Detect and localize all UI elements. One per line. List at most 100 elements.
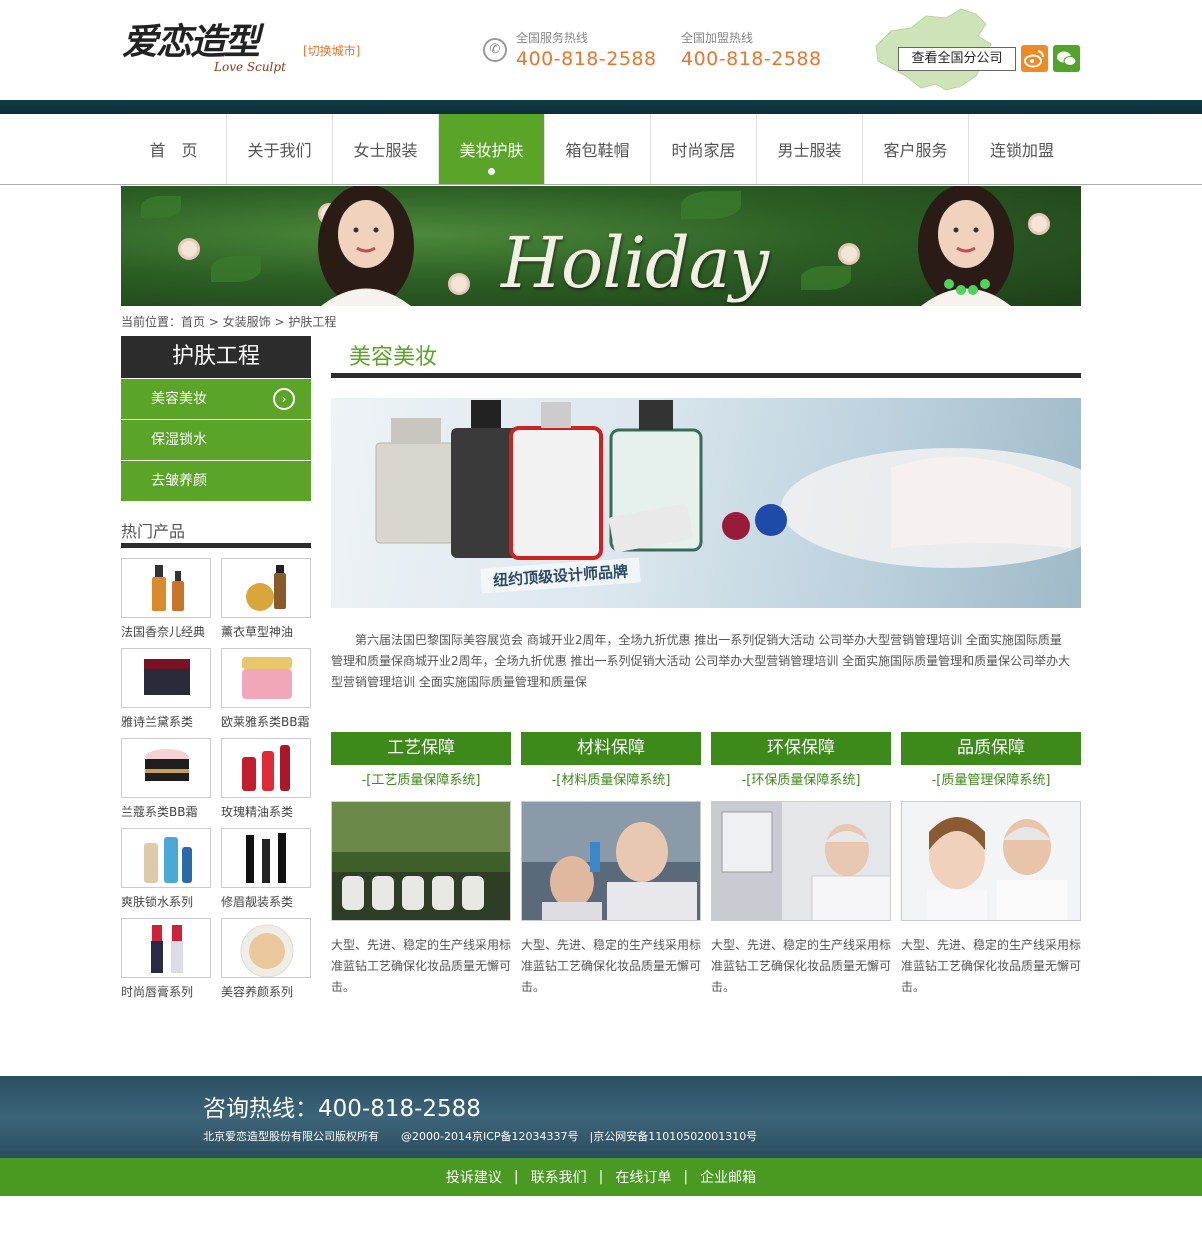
site-header: 爱恋造型 Love Sculpt [切换城市] ✆ 全国服务热线 400-818… — [0, 0, 1202, 100]
feature-title[interactable]: 材料保障 — [521, 732, 701, 765]
model-photo — [918, 186, 1014, 306]
service-hotline: 全国服务热线 400-818-2588 — [516, 30, 657, 70]
footer-links: 投诉建议 | 联系我们 | 在线订单 | 企业邮箱 — [0, 1158, 1202, 1196]
active-dot-icon — [488, 168, 495, 175]
flower-decoration — [841, 246, 857, 262]
nav-item-about[interactable]: 关于我们 — [227, 114, 333, 184]
product-name: 爽肤锁水系列 — [121, 895, 194, 909]
nav-list: 首 页 关于我们 女士服装 美妆护肤 箱包鞋帽 时尚家居 男士服装 客户服务 连… — [121, 114, 1075, 184]
flower-decoration — [451, 276, 467, 292]
feature-image[interactable] — [901, 801, 1081, 921]
feature-card: 工艺保障 -[工艺质量保障系统] 大型、先进、稳定的生产线采用标准蓝钻工艺确保化… — [331, 732, 511, 998]
sidebar-item-label: 美容美妆 — [151, 391, 207, 407]
nav-item-home-living[interactable]: 时尚家居 — [651, 114, 757, 184]
nav-item-home[interactable]: 首 页 — [121, 114, 227, 184]
feature-image[interactable] — [331, 801, 511, 921]
weibo-icon[interactable] — [1021, 45, 1048, 72]
flower-decoration — [181, 241, 197, 257]
feature-description: 大型、先进、稳定的生产线采用标准蓝钻工艺确保化妆品质量无懈可击。 — [901, 938, 1082, 994]
product-image — [221, 828, 311, 888]
site-logo[interactable]: 爱恋造型 Love Sculpt — [122, 20, 302, 80]
feature-title[interactable]: 品质保障 — [901, 732, 1081, 765]
hot-products-title: 热门产品 — [121, 522, 186, 541]
product-name: 美容养颜系列 — [221, 985, 294, 999]
view-branches-button[interactable]: 查看全国分公司 — [898, 47, 1016, 71]
join-hotline-number: 400-818-2588 — [681, 48, 822, 70]
model-photo — [318, 186, 414, 306]
product-image — [121, 918, 211, 978]
join-hotline-label: 全国加盟热线 — [681, 31, 754, 45]
product-card[interactable]: 玫瑰精油系类 — [221, 738, 311, 820]
leaf-decoration — [801, 266, 851, 290]
feature-description: 大型、先进、稳定的生产线采用标准蓝钻工艺确保化妆品质量无懈可击。 — [331, 938, 512, 994]
product-card[interactable]: 时尚唇膏系列 — [121, 918, 211, 1000]
chevron-right-icon: › — [273, 388, 295, 410]
footer-copyright: 北京爱恋造型股份有限公司版权所有 @2000-2014京ICP备12034337… — [203, 1130, 758, 1143]
nav-item-men[interactable]: 男士服装 — [757, 114, 863, 184]
feature-subtitle: -[工艺质量保障系统] — [361, 773, 481, 788]
product-name: 雅诗兰黛系类 — [121, 715, 194, 729]
sidebar-menu: 美容美妆 › 保湿锁水 去皱养颜 — [121, 379, 311, 502]
product-card[interactable]: 美容养颜系列 — [221, 918, 311, 1000]
product-image — [121, 558, 211, 618]
product-image — [121, 738, 211, 798]
product-name: 时尚唇膏系列 — [121, 985, 194, 999]
feature-title[interactable]: 工艺保障 — [331, 732, 511, 765]
feature-image[interactable] — [711, 801, 891, 921]
product-card[interactable]: 法国香奈儿经典 — [121, 558, 211, 640]
footer-top — [0, 1076, 1202, 1158]
sidebar-item-beauty[interactable]: 美容美妆 › — [121, 379, 311, 419]
hero-banner: Holiday — [121, 186, 1081, 306]
switch-city-link[interactable]: [切换城市] — [303, 42, 360, 59]
product-card[interactable]: 修眉靓装系类 — [221, 828, 311, 910]
wechat-icon[interactable] — [1053, 45, 1080, 72]
product-name: 玫瑰精油系类 — [221, 805, 294, 819]
product-banner: 纽约顶级设计师品牌 — [331, 398, 1081, 608]
feature-image[interactable] — [521, 801, 701, 921]
breadcrumb: 当前位置：首页 > 女装服饰 > 护肤工程 — [121, 315, 337, 329]
sidebar-item-moisture[interactable]: 保湿锁水 — [121, 420, 311, 460]
feature-subtitle: -[环保质量保障系统] — [741, 773, 861, 788]
product-card[interactable]: 兰蔻系类BB霜 — [121, 738, 211, 820]
sidebar-item-antiwrinkle[interactable]: 去皱养颜 — [121, 461, 311, 501]
product-image — [221, 648, 311, 708]
footer-hotline: 咨询热线：400-818-2588 — [203, 1096, 481, 1122]
product-image — [221, 558, 311, 618]
product-card[interactable]: 雅诗兰黛系类 — [121, 648, 211, 730]
feature-card: 品质保障 -[质量管理保障系统] 大型、先进、稳定的生产线采用标准蓝钻工艺确保化… — [901, 732, 1081, 998]
banner-headline: Holiday — [501, 222, 769, 304]
hot-products-divider — [121, 543, 311, 548]
feature-subtitle: -[材料质量保障系统] — [551, 773, 671, 788]
join-hotline: 全国加盟热线 400-818-2588 — [681, 30, 822, 70]
nav-item-franchise[interactable]: 连锁加盟 — [969, 114, 1075, 184]
leaf-decoration — [681, 191, 741, 219]
section-divider — [331, 373, 1081, 378]
product-name: 薰衣草型神油 — [221, 625, 294, 639]
nav-item-women[interactable]: 女士服装 — [333, 114, 439, 184]
product-card[interactable]: 欧莱雅系类BB霜 — [221, 648, 311, 730]
feature-description: 大型、先进、稳定的生产线采用标准蓝钻工艺确保化妆品质量无懈可击。 — [711, 938, 892, 994]
nav-item-beauty-label: 美妆护肤 — [459, 141, 524, 160]
nav-top-bar — [0, 100, 1202, 114]
footer-link-contact[interactable]: 联系我们 — [519, 1167, 599, 1187]
product-image — [121, 828, 211, 888]
main-nav: 首 页 关于我们 女士服装 美妆护肤 箱包鞋帽 时尚家居 男士服装 客户服务 连… — [0, 114, 1202, 185]
nav-item-service[interactable]: 客户服务 — [863, 114, 969, 184]
feature-subtitle: -[质量管理保障系统] — [931, 773, 1051, 788]
service-hotline-label: 全国服务热线 — [516, 31, 589, 45]
logo-text: 爱恋造型 — [122, 21, 260, 63]
footer-link-orders[interactable]: 在线订单 — [603, 1167, 683, 1187]
nav-item-beauty[interactable]: 美妆护肤 — [439, 114, 545, 184]
section-title: 美容美妆 — [349, 345, 438, 370]
product-card[interactable]: 薰衣草型神油 — [221, 558, 311, 640]
feature-description: 大型、先进、稳定的生产线采用标准蓝钻工艺确保化妆品质量无懈可击。 — [521, 938, 702, 994]
product-name: 修眉靓装系类 — [221, 895, 294, 909]
leaf-decoration — [211, 256, 261, 282]
hot-products-grid: 法国香奈儿经典 薰衣草型神油 雅诗兰黛系类 欧莱雅系类BB霜 兰蔻系类BB霜 玫… — [121, 558, 313, 1000]
feature-title[interactable]: 环保保障 — [711, 732, 891, 765]
nav-item-bags[interactable]: 箱包鞋帽 — [545, 114, 651, 184]
footer-link-complaint[interactable]: 投诉建议 — [434, 1167, 514, 1187]
product-card[interactable]: 爽肤锁水系列 — [121, 828, 211, 910]
product-image — [221, 738, 311, 798]
footer-link-email[interactable]: 企业邮箱 — [688, 1167, 768, 1187]
